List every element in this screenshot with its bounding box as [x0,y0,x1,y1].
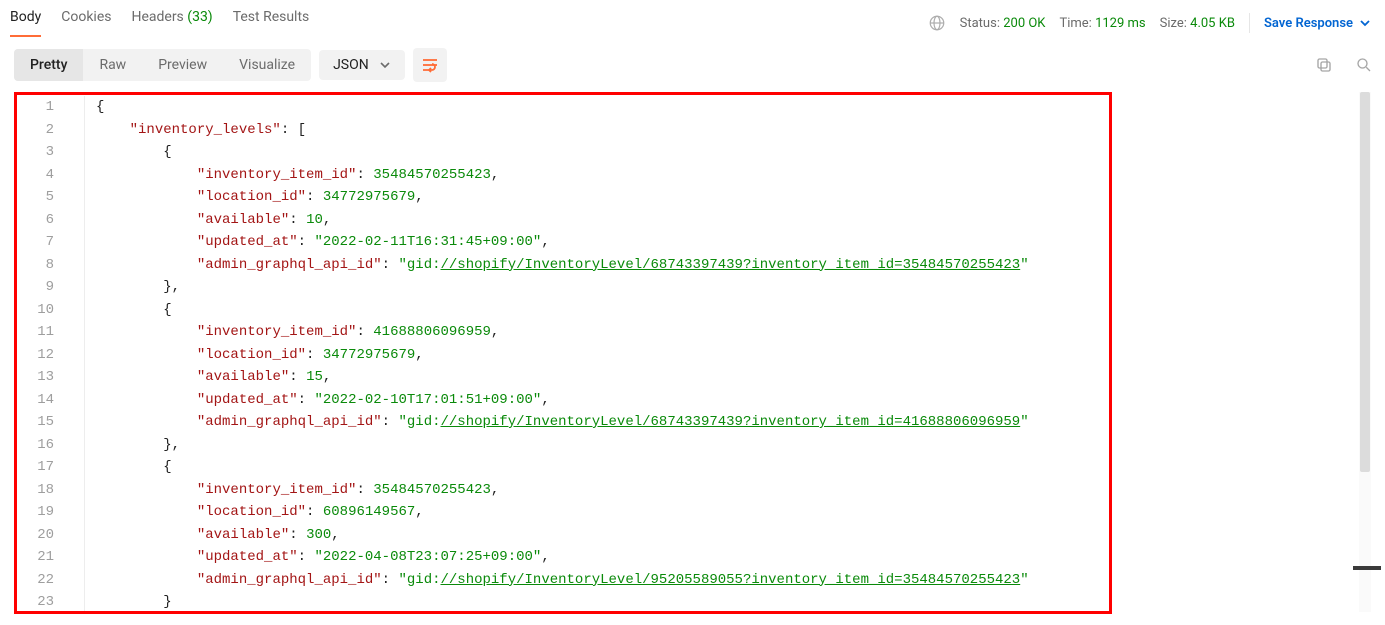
body-toolbar: Pretty Raw Preview Visualize JSON [0,38,1385,92]
code-lines: { "inventory_levels": [ { "inventory_ite… [72,96,1029,614]
format-select[interactable]: JSON [319,50,405,80]
wrap-lines-button[interactable] [413,48,447,82]
save-response-button[interactable]: Save Response [1264,16,1371,31]
status-time: Time: 1129 ms [1059,16,1145,31]
view-raw[interactable]: Raw [83,49,142,81]
tab-cookies[interactable]: Cookies [61,9,111,37]
status-area: Status: 200 OK Time: 1129 ms Size: 4.05 … [928,13,1371,33]
view-pretty[interactable]: Pretty [14,49,83,81]
tab-headers-label: Headers [131,9,183,25]
divider [1249,13,1250,33]
code-editor[interactable]: 1234567891011121314151617181920212223 { … [14,92,1373,614]
tab-test-results[interactable]: Test Results [233,9,310,37]
response-body-area: 1234567891011121314151617181920212223 { … [14,92,1373,614]
status-size: Size: 4.05 KB [1160,16,1235,31]
minimap-indicator [1353,566,1381,570]
tab-headers[interactable]: Headers (33) [131,9,212,37]
vertical-scrollbar[interactable] [1359,92,1371,612]
view-preview[interactable]: Preview [142,49,223,81]
copy-icon[interactable] [1315,56,1333,74]
response-header-bar: Body Cookies Headers (33) Test Results S… [0,0,1385,38]
tab-body[interactable]: Body [10,9,41,37]
status-code: Status: 200 OK [960,16,1046,31]
line-gutter: 1234567891011121314151617181920212223 [14,96,72,614]
chevron-down-icon [1359,17,1371,29]
response-tabs: Body Cookies Headers (33) Test Results [10,9,309,37]
body-toolbar-left: Pretty Raw Preview Visualize JSON [14,48,447,82]
chevron-down-icon [379,59,391,71]
body-toolbar-right [1315,56,1373,74]
gutter-border [84,96,85,614]
search-icon[interactable] [1355,56,1373,74]
view-mode-group: Pretty Raw Preview Visualize [14,49,311,81]
globe-icon[interactable] [928,14,946,32]
wrap-icon [421,56,439,74]
tab-headers-count: (33) [187,9,212,25]
scroll-thumb[interactable] [1360,92,1370,472]
view-visualize[interactable]: Visualize [223,49,311,81]
